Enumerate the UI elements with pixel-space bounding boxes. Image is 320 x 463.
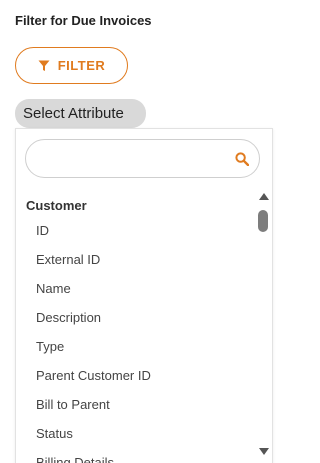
scroll-thumb[interactable] [258,210,268,232]
list-item[interactable]: Description [16,303,256,332]
list-item[interactable]: Type [16,332,256,361]
list-item[interactable]: External ID [16,245,256,274]
list-item[interactable]: Bill to Parent [16,390,256,419]
list-item[interactable]: Billing Details [16,448,256,463]
filter-button[interactable]: FILTER [15,47,128,84]
search-icon[interactable] [235,152,249,166]
list-item[interactable]: ID [16,216,256,245]
list-item[interactable]: Status [16,419,256,448]
attribute-list: Customer ID External ID Name Description… [16,187,256,463]
scroll-down-arrow-icon[interactable] [259,448,269,455]
funnel-icon [38,60,50,71]
list-item[interactable]: Name [16,274,256,303]
select-attribute-button[interactable]: Select Attribute [15,99,146,128]
attribute-dropdown: Customer ID External ID Name Description… [15,128,273,463]
filter-button-label: FILTER [57,58,106,73]
search-input[interactable] [40,149,230,169]
search-field[interactable] [25,139,260,178]
list-item[interactable]: Parent Customer ID [16,361,256,390]
group-header-customer: Customer [26,198,87,213]
scrollbar[interactable] [257,193,269,455]
scroll-up-arrow-icon[interactable] [259,193,269,200]
select-attribute-label: Select Attribute [23,105,124,122]
page-title: Filter for Due Invoices [15,13,152,28]
